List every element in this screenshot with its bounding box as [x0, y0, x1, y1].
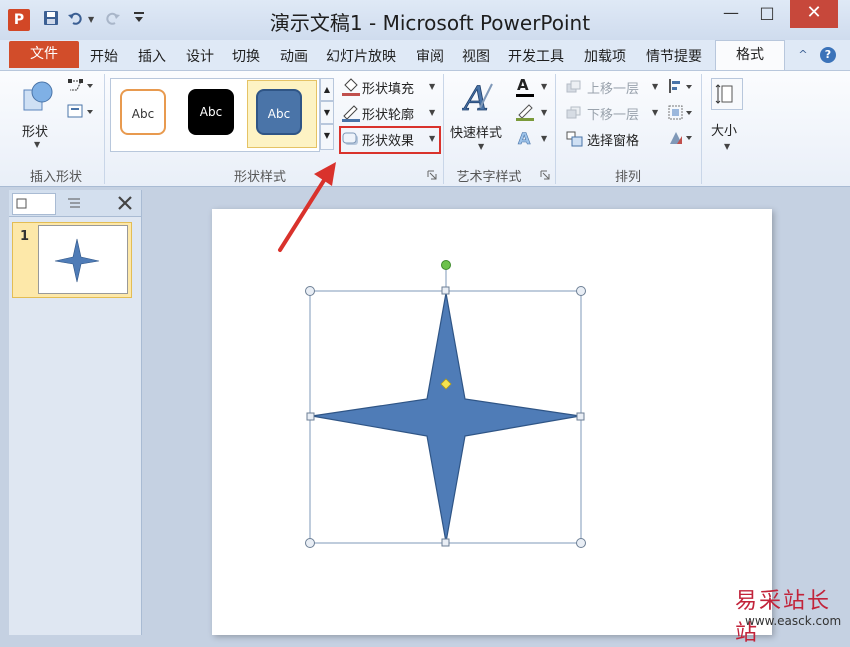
resize-handle-left	[306, 412, 315, 421]
svg-text:A: A	[518, 129, 531, 147]
selection-pane-button[interactable]: 选择窗格	[587, 130, 639, 149]
group-separator	[701, 74, 702, 184]
selection-pane-icon[interactable]	[566, 131, 584, 151]
group-separator	[555, 74, 556, 184]
style-option-blue-fill[interactable]: Abc	[256, 89, 302, 135]
send-backward-button[interactable]: 下移一层	[587, 104, 639, 123]
save-icon[interactable]	[42, 10, 60, 28]
resize-handle-bottom-left	[305, 538, 315, 548]
shape-styles-launcher-icon[interactable]	[427, 169, 437, 184]
tab-file[interactable]: 文件	[9, 41, 79, 68]
size-dropdown-icon[interactable]: ▼	[724, 142, 730, 151]
text-outline-icon[interactable]	[516, 103, 536, 125]
tab-home[interactable]: 开始	[90, 46, 118, 66]
text-effects-icon[interactable]: A	[517, 129, 535, 151]
undo-icon[interactable]	[66, 10, 84, 28]
send-backward-icon	[566, 106, 582, 124]
shapes-button-label[interactable]: 形状	[22, 121, 48, 140]
maximize-button[interactable]: □	[750, 0, 784, 28]
tab-storyboarding[interactable]: 情节提要	[646, 46, 702, 66]
shapes-icon[interactable]	[22, 80, 54, 118]
slide-number: 1	[20, 229, 30, 244]
gallery-more[interactable]: ▼	[320, 124, 334, 150]
rotation-handle	[441, 260, 451, 270]
bring-forward-button[interactable]: 上移一层	[587, 78, 639, 97]
tab-review[interactable]: 审阅	[416, 46, 444, 66]
tab-design[interactable]: 设计	[186, 46, 214, 66]
quick-styles-button[interactable]: 快速样式	[450, 122, 502, 141]
tab-addins[interactable]: 加载项	[584, 46, 626, 66]
fill-bucket-icon[interactable]	[341, 77, 361, 101]
close-pane-icon[interactable]	[117, 195, 133, 215]
bring-forward-icon	[566, 80, 582, 98]
text-fill-color-bar	[516, 94, 534, 97]
help-icon[interactable]: ?	[820, 47, 836, 63]
tab-insert[interactable]: 插入	[138, 46, 166, 66]
send-backward-dropdown-icon: ▼	[652, 108, 659, 117]
resize-handle-bottom	[441, 538, 450, 547]
wordart-styles-group-label: 艺术字样式	[456, 170, 522, 185]
text-outline-dropdown-icon[interactable]: ▼	[541, 108, 547, 117]
size-icon[interactable]	[711, 78, 743, 110]
group-separator	[104, 74, 105, 184]
four-point-star-shape	[311, 292, 581, 543]
tab-slideshow[interactable]: 幻灯片放映	[326, 46, 396, 66]
watermark-url: www.easck.com	[745, 614, 842, 628]
shape-outline-dropdown-icon[interactable]: ▼	[429, 108, 435, 117]
outline-tab[interactable]	[58, 193, 110, 215]
tab-developer[interactable]: 开发工具	[508, 46, 564, 66]
undo-dropdown-icon[interactable]: ▼	[88, 15, 94, 24]
text-box-icon[interactable]	[67, 104, 95, 124]
bring-forward-dropdown-icon: ▼	[652, 82, 659, 91]
collapse-ribbon-icon[interactable]: ^	[795, 47, 811, 63]
shapes-dropdown-icon[interactable]: ▼	[34, 140, 40, 149]
edit-shape-icon[interactable]	[67, 78, 95, 98]
tab-view[interactable]: 视图	[462, 46, 490, 66]
shape-effects-highlight-box	[339, 126, 441, 154]
quick-styles-icon[interactable]: A	[461, 78, 496, 120]
window-title: 演示文稿1 - Microsoft PowerPoint	[269, 11, 591, 35]
annotation-arrow	[278, 162, 336, 252]
tab-format[interactable]: 格式	[715, 40, 785, 70]
slide-thumbnail[interactable]	[38, 225, 128, 294]
outline-pen-icon[interactable]	[341, 103, 361, 127]
close-button[interactable]: ✕	[790, 0, 838, 28]
gallery-scroll-up[interactable]: ▲	[320, 78, 334, 101]
resize-handle-top-left	[305, 286, 315, 296]
redo-icon[interactable]	[104, 10, 122, 28]
style-option-orange-outline[interactable]: Abc	[120, 89, 166, 135]
star-shape-selection[interactable]	[300, 255, 600, 555]
shape-fill-button[interactable]: 形状填充	[362, 78, 414, 97]
powerpoint-app-icon[interactable]: P	[8, 9, 30, 31]
resize-handle-top	[441, 286, 450, 295]
text-effects-dropdown-icon[interactable]: ▼	[541, 134, 547, 143]
text-fill-dropdown-icon[interactable]: ▼	[541, 82, 547, 91]
group-separator	[443, 74, 444, 184]
size-button[interactable]: 大小	[711, 120, 737, 139]
gallery-scroll-down[interactable]: ▼	[320, 101, 334, 124]
resize-handle-right	[576, 412, 585, 421]
style-option-black-fill[interactable]: Abc	[188, 89, 234, 135]
wordart-launcher-icon[interactable]	[540, 169, 550, 184]
resize-handle-bottom-right	[576, 538, 586, 548]
text-fill-icon[interactable]: A	[517, 76, 529, 94]
minimize-button[interactable]: —	[714, 0, 748, 28]
tab-animations[interactable]: 动画	[280, 46, 308, 66]
quick-styles-dropdown-icon[interactable]: ▼	[478, 142, 484, 151]
resize-handle-top-right	[576, 286, 586, 296]
shape-fill-dropdown-icon[interactable]: ▼	[429, 82, 435, 91]
shape-styles-group-label: 形状样式	[233, 170, 286, 185]
arrange-group-label: 排列	[614, 170, 641, 185]
group-objects-icon[interactable]	[668, 105, 698, 125]
rotate-icon[interactable]	[668, 130, 698, 150]
shape-outline-button[interactable]: 形状轮廓	[362, 104, 414, 123]
slides-tab[interactable]	[12, 193, 56, 215]
align-icon[interactable]	[668, 79, 698, 97]
tab-transitions[interactable]: 切换	[232, 46, 260, 66]
customize-qat-icon[interactable]	[130, 10, 148, 28]
insert-shapes-group-label: 插入形状	[29, 170, 82, 185]
